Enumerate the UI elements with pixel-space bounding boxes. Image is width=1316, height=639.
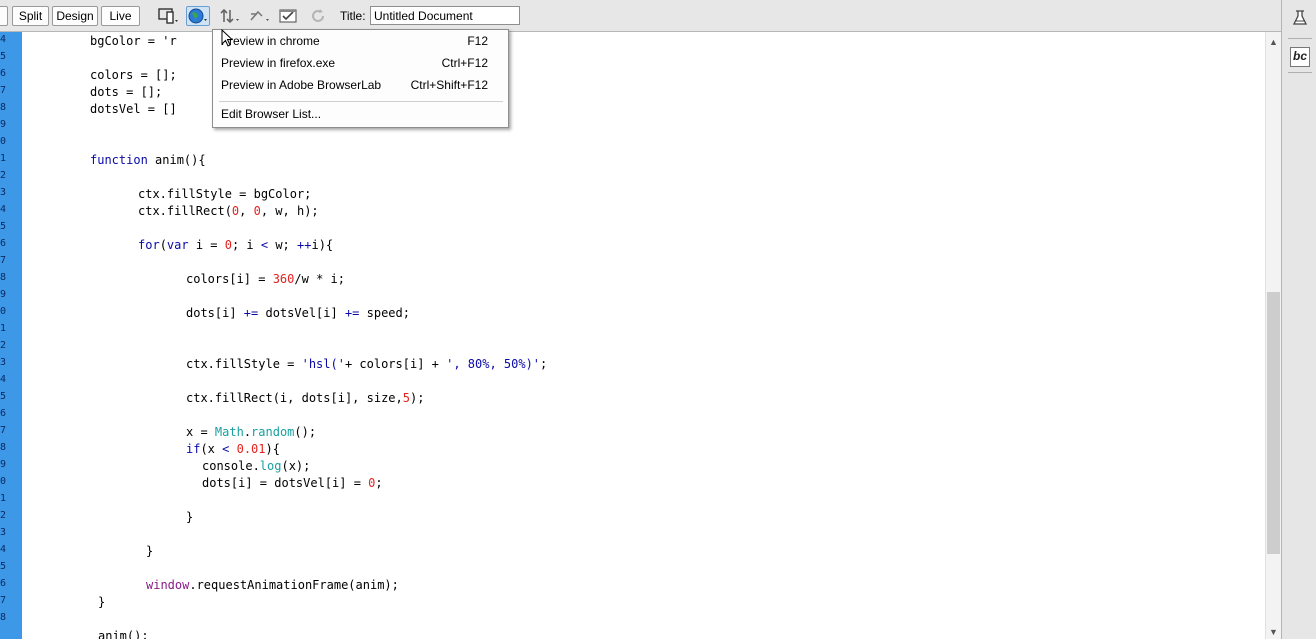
- code-line: function anim(){: [90, 153, 206, 167]
- line-number: 7: [0, 255, 6, 266]
- code-line: }: [186, 510, 194, 524]
- line-number: 2: [0, 170, 6, 181]
- code-line: ctx.fillRect(0, 0, w, h);: [138, 204, 319, 218]
- line-number: 9: [0, 459, 6, 470]
- menu-item-shortcut: F12: [467, 34, 488, 48]
- vertical-scrollbar[interactable]: ▲ ▼: [1265, 32, 1281, 639]
- line-number: 6: [0, 578, 6, 589]
- line-number: 5: [0, 51, 6, 62]
- line-number: 3: [0, 357, 6, 368]
- line-number: 1: [0, 493, 6, 504]
- line-number: 2: [0, 340, 6, 351]
- split-view-button[interactable]: Split: [12, 6, 49, 26]
- line-number: 3: [0, 527, 6, 538]
- file-management-icon[interactable]: [218, 6, 242, 26]
- line-number: 7: [0, 595, 6, 606]
- code-line: x = Math.random();: [186, 425, 317, 439]
- preview-browser-icon[interactable]: [186, 6, 210, 26]
- line-number: 6: [0, 68, 6, 79]
- insert-panel-icon[interactable]: [1290, 8, 1310, 28]
- line-number-gutter: 4 5 6 7 8 9 0 1 2 3 4 5 6 7 8 9 0 1 2 3 4 5 6 7 8 9 0 1 2 3 4 5 6 7 8: [0, 32, 22, 639]
- code-line: }: [146, 544, 154, 558]
- scroll-up-arrow[interactable]: ▲: [1269, 37, 1278, 47]
- code-line: console.log(x);: [202, 459, 311, 473]
- code-line: ctx.fillStyle = 'hsl('+ colors[i] + ', 8…: [186, 357, 548, 371]
- code-line: if(x < 0.01){: [186, 442, 280, 456]
- menu-item-preview-firefox[interactable]: Preview in firefox.exe Ctrl+F12: [213, 53, 508, 73]
- menu-separator: [219, 101, 503, 102]
- code-line: anim();: [98, 629, 149, 639]
- line-number: 7: [0, 425, 6, 436]
- line-number: 9: [0, 289, 6, 300]
- line-number: 8: [0, 612, 6, 623]
- scrollbar-thumb[interactable]: [1267, 292, 1280, 554]
- document-title-input[interactable]: [370, 6, 520, 25]
- validate-icon[interactable]: [278, 6, 302, 26]
- line-number: 4: [0, 544, 6, 555]
- business-catalyst-icon[interactable]: bc: [1290, 47, 1310, 67]
- line-number: 9: [0, 119, 6, 130]
- menu-item-preview-browserlab[interactable]: Preview in Adobe BrowserLab Ctrl+Shift+F…: [213, 75, 508, 95]
- line-number: 8: [0, 442, 6, 453]
- code-line: colors[i] = 360/w * i;: [186, 272, 345, 286]
- line-number: 5: [0, 561, 6, 572]
- mouse-cursor-icon: [221, 29, 234, 47]
- menu-item-label: Preview in firefox.exe: [221, 56, 336, 70]
- right-panel-dock: bc: [1281, 0, 1316, 639]
- line-number: 5: [0, 221, 6, 232]
- line-number: 5: [0, 391, 6, 402]
- line-number: 7: [0, 85, 6, 96]
- scroll-down-arrow[interactable]: ▼: [1269, 627, 1278, 637]
- menu-item-shortcut: Ctrl+Shift+F12: [410, 78, 488, 92]
- line-number: 6: [0, 408, 6, 419]
- code-line: dotsVel = []: [90, 102, 177, 116]
- code-line: bgColor = 'r: [90, 34, 177, 48]
- title-label: Title:: [340, 9, 366, 23]
- line-number: 8: [0, 272, 6, 283]
- line-number: 0: [0, 136, 6, 147]
- line-number: 4: [0, 204, 6, 215]
- design-view-button[interactable]: Design: [52, 6, 98, 26]
- document-toolbar: Split Design Live Title: Untitled Docume…: [0, 0, 1281, 32]
- menu-item-edit-browser-list[interactable]: Edit Browser List...: [213, 104, 508, 124]
- code-line: window.requestAnimationFrame(anim);: [146, 578, 399, 592]
- code-editor[interactable]: bgColor = 'r colors = []; dots = []; dotsVe…: [22, 32, 1265, 639]
- code-line: }: [98, 595, 106, 609]
- menu-item-preview-chrome[interactable]: Preview in chrome F12: [213, 31, 508, 51]
- line-number: 2: [0, 510, 6, 521]
- multiscreen-icon[interactable]: [157, 6, 181, 26]
- bc-label: bc: [1293, 49, 1308, 63]
- line-number: 0: [0, 476, 6, 487]
- code-line: dots[i] = dotsVel[i] = 0;: [202, 476, 383, 490]
- panel-divider: [1288, 72, 1312, 73]
- live-view-button[interactable]: Live: [101, 6, 140, 26]
- check-browser-icon[interactable]: [248, 6, 272, 26]
- menu-item-shortcut: Ctrl+F12: [441, 56, 488, 70]
- preview-browser-menu: Preview in chrome F12 Preview in firefox…: [212, 29, 509, 128]
- line-number: 3: [0, 187, 6, 198]
- line-number: 1: [0, 153, 6, 164]
- code-line: colors = [];: [90, 68, 177, 82]
- panel-divider: [1288, 38, 1312, 39]
- line-number: 1: [0, 323, 6, 334]
- refresh-icon[interactable]: [308, 6, 332, 26]
- line-number: 8: [0, 102, 6, 113]
- line-number: 4: [0, 374, 6, 385]
- line-number: 4: [0, 34, 6, 45]
- line-number: 6: [0, 238, 6, 249]
- code-view-button[interactable]: [0, 6, 8, 26]
- menu-item-label: Edit Browser List...: [221, 107, 322, 121]
- code-line: ctx.fillStyle = bgColor;: [138, 187, 312, 201]
- code-line: for(var i = 0; i < w; ++i){: [138, 238, 334, 252]
- menu-item-label: Preview in Adobe BrowserLab: [221, 78, 382, 92]
- line-number: 0: [0, 306, 6, 317]
- code-line: dots = [];: [90, 85, 163, 99]
- code-line: dots[i] += dotsVel[i] += speed;: [186, 306, 410, 320]
- code-line: ctx.fillRect(i, dots[i], size,5);: [186, 391, 425, 405]
- menu-item-label: Preview in chrome: [221, 34, 320, 48]
